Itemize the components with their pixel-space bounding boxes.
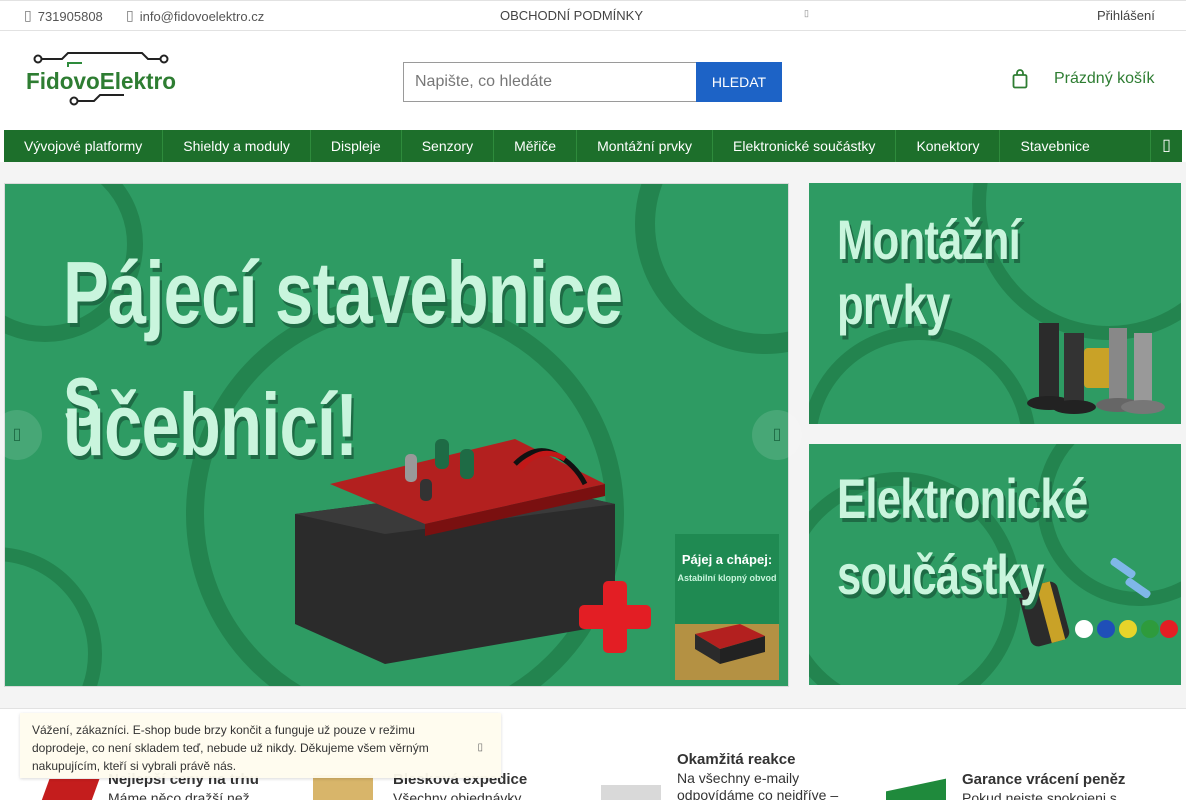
notice-text: Vážení, zákazníci. E-shop bude brzy konč… (32, 723, 429, 773)
benefit-desc: Na všechny e-maily (677, 770, 800, 786)
nav-item-elektronicke-soucastky[interactable]: Elektronické součástky (713, 130, 897, 162)
nav-item-konektory[interactable]: Konektory (896, 130, 1001, 162)
book-title: Pájej a chápej: (681, 552, 773, 567)
site-header: FidovoElektro HLEDAT Prázdný košík (0, 31, 1186, 130)
category-nav: Vývojové platformy Shieldy a moduly Disp… (4, 130, 1182, 162)
slider-next-icon[interactable]: ▯ (752, 410, 802, 460)
benefit-desc: Pokud nejste spokojeni s (962, 790, 1117, 800)
logo-graphic: FidovoElektro (26, 52, 176, 106)
book-subtitle: Astabilní klopný obvod (677, 573, 777, 583)
language-flag-icon[interactable]: ▯ (804, 8, 809, 19)
mail-icon: ▯ (126, 8, 134, 24)
benefit-desc-line2: odpovídáme co nejdříve – (677, 787, 839, 800)
cart-label: Prázdný košík (1054, 70, 1155, 87)
email-contact[interactable]: ▯ info@fidovoelektro.cz (126, 8, 264, 24)
phone-icon: ▯ (24, 8, 32, 24)
nav-item-montazni-prvky[interactable]: Montážní prvky (577, 130, 714, 162)
box-icon (313, 775, 373, 800)
phone-contact[interactable]: ▯ 731905808 (24, 8, 103, 24)
side-banner-1-title: Montážní prvky (837, 208, 1021, 336)
phone-number: 731905808 (37, 8, 103, 24)
top-bar: ▯ 731905808 ▯ info@fidovoelektro.cz OBCH… (0, 0, 1186, 31)
envelope-icon (601, 785, 661, 800)
nav-item-displeje[interactable]: Displeje (311, 130, 402, 162)
shop-closing-notice: Vážení, zákazníci. E-shop bude brzy konč… (20, 713, 501, 778)
cart[interactable]: Prázdný košík (1012, 69, 1154, 89)
side-banner-montazni-prvky[interactable]: Montážní prvky (809, 183, 1181, 424)
benefit-desc: Všechny objednávky (393, 790, 522, 800)
site-logo[interactable]: FidovoElektro (24, 49, 182, 109)
benefit-desc: Máme něco dražší než (108, 790, 250, 800)
nav-item-vyvojove-platformy[interactable]: Vývojové platformy (4, 130, 164, 162)
benefit-title: Okamžitá reakce (677, 751, 796, 768)
benefit-title: Garance vrácení peněz (962, 771, 1126, 788)
logo-text: FidovoElektro (26, 68, 176, 94)
close-icon[interactable]: ▯ (477, 739, 483, 757)
money-icon (886, 778, 946, 800)
search-button[interactable]: HLEDAT (696, 62, 782, 102)
benefit-instant-response: Okamžitá reakce Na všechny e-maily odpov… (677, 751, 838, 800)
cart-bag-icon (1012, 69, 1028, 89)
nav-more-icon[interactable]: ▯ (1150, 130, 1182, 162)
terms-link[interactable]: OBCHODNÍ PODMÍNKY (500, 8, 643, 23)
search-bar: HLEDAT (403, 62, 782, 102)
banner-headline-line2: učebnicí! (63, 375, 358, 474)
nav-item-merice[interactable]: Měřiče (494, 130, 578, 162)
side-banner-elektronicke-soucastky[interactable]: Elektronické součástky (809, 444, 1181, 685)
login-link[interactable]: Přihlášení (1097, 8, 1155, 23)
price-tag-icon (38, 779, 100, 800)
search-input[interactable] (403, 62, 696, 102)
side-banner-2-title-line2: součástky (837, 543, 1044, 606)
main-banner[interactable]: Pájecí stavebnice s učebnicí! Pájej a ch… (4, 183, 789, 687)
nav-item-stavebnice[interactable]: Stavebnice (1000, 130, 1109, 162)
side-banner-2-title-line1: Elektronické (837, 467, 1088, 530)
email-address: info@fidovoelektro.cz (139, 8, 265, 24)
benefit-money-back: Garance vrácení peněz Pokud nejste spoko… (962, 771, 1125, 800)
nav-item-senzory[interactable]: Senzory (402, 130, 495, 162)
nav-item-shieldy-a-moduly[interactable]: Shieldy a moduly (163, 130, 311, 162)
